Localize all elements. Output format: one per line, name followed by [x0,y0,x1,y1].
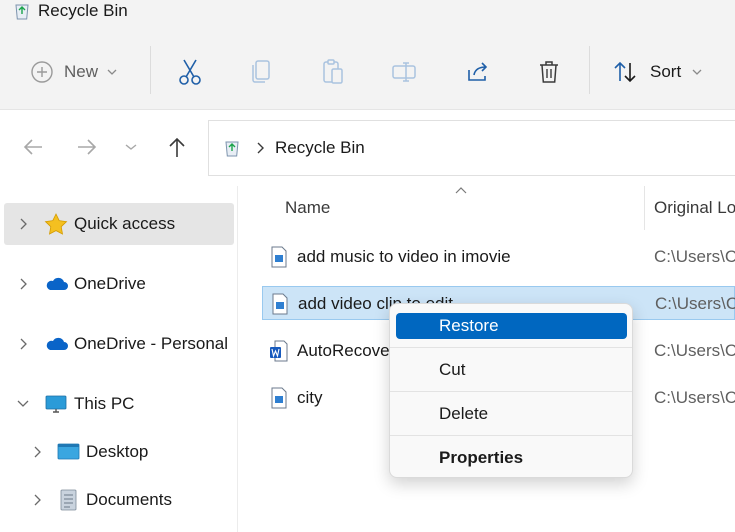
menu-item-label: Properties [439,448,524,467]
rename-button[interactable] [387,44,423,100]
sidebar-item-label: Desktop [86,442,149,461]
delete-button[interactable] [531,44,567,100]
chevron-right-icon[interactable] [32,445,42,459]
sidebar-item-label: Quick access [74,214,176,233]
copy-icon [252,60,270,83]
image-file-icon [272,293,288,315]
chevron-right-icon[interactable] [18,277,28,291]
forward-button[interactable] [72,132,102,162]
recent-locations-button[interactable] [116,132,146,162]
share-button[interactable] [460,44,496,100]
new-button-label: New [64,62,99,81]
toolbar-divider [589,46,590,94]
chevron-down-icon[interactable] [16,399,30,409]
arrow-left-icon [23,139,42,155]
back-button[interactable] [18,132,48,162]
trash-icon [540,61,558,83]
menu-item-cut[interactable]: Cut [396,357,627,383]
image-file-icon [271,246,287,268]
file-name: city [297,388,323,407]
image-file-icon [271,387,287,409]
context-menu: Restore Cut Delete Properties [389,303,633,478]
command-bar: New Sort [0,26,735,110]
menu-item-properties[interactable]: Properties [396,445,627,471]
menu-separator [390,347,632,348]
star-icon [44,213,68,235]
sidebar-item-desktop[interactable]: Desktop [4,431,234,473]
cloud-icon [46,337,68,350]
file-name: add music to video in imovie [297,247,511,266]
chevron-right-icon[interactable] [255,141,265,155]
share-icon [468,62,488,81]
menu-item-restore[interactable]: Restore [396,313,627,339]
documents-folder-icon [60,489,77,511]
sort-button-label: Sort [650,62,682,81]
cut-button[interactable] [172,44,208,100]
file-original-location: C:\Users\C [654,341,735,360]
sidebar-item-onedrive-personal[interactable]: OneDrive - Personal [4,323,234,365]
rename-icon [392,62,416,82]
recycle-bin-icon [225,141,239,157]
word-file-icon [270,340,288,362]
file-name: AutoRecove [297,341,390,360]
up-button[interactable] [162,132,192,162]
chevron-down-icon [107,69,117,75]
chevron-right-icon[interactable] [32,493,42,507]
sort-ascending-icon [455,187,467,194]
menu-item-delete[interactable]: Delete [396,401,627,427]
sidebar-item-quick-access[interactable]: Quick access [4,203,234,245]
copy-button[interactable] [243,44,279,100]
sidebar-item-documents[interactable]: Documents [4,479,234,521]
toolbar-divider [150,46,151,94]
sidebar-item-label: OneDrive [74,274,146,293]
file-original-location: C:\Users\C [654,388,735,407]
navigation-pane: Quick access OneDrive OneDrive - Persona… [0,186,238,532]
address-bar[interactable]: Recycle Bin [208,120,735,176]
menu-item-label: Delete [439,404,489,423]
scissors-icon [179,59,201,85]
column-header-original-location[interactable]: Original Lo [654,198,735,218]
recycle-bin-icon [15,4,29,20]
menu-separator [390,435,632,436]
paste-button[interactable] [315,44,351,100]
file-original-location: C:\Users\C [655,294,735,313]
chevron-right-icon[interactable] [18,217,28,231]
sidebar-item-label: Documents [86,490,172,509]
menu-item-label: Cut [439,360,466,379]
file-row[interactable]: add music to video in imovie C:\Users\C [262,240,735,274]
chevron-right-icon[interactable] [18,337,28,351]
title-bar: Recycle Bin [0,0,735,26]
sort-arrows-icon [614,61,636,83]
arrow-right-icon [78,139,97,155]
desktop-folder-icon [57,443,80,460]
menu-separator [390,391,632,392]
plus-circle-icon [31,61,53,83]
chevron-down-icon [125,144,137,150]
sidebar-item-label: OneDrive - Personal [74,334,229,353]
clipboard-icon [323,59,343,84]
computer-icon [45,395,67,413]
menu-item-label: Restore [439,316,499,335]
sidebar-item-this-pc[interactable]: This PC [4,383,234,425]
column-header-name[interactable]: Name [285,198,330,218]
window-title: Recycle Bin [38,1,128,20]
arrow-up-icon [169,137,185,157]
column-divider[interactable] [644,186,645,230]
new-button[interactable]: New [30,44,130,100]
navigation-bar: Recycle Bin [0,110,735,186]
breadcrumb-recycle-bin[interactable]: Recycle Bin [275,138,365,158]
sidebar-item-onedrive[interactable]: OneDrive [4,263,234,305]
file-original-location: C:\Users\C [654,247,735,266]
chevron-down-icon [692,69,702,75]
cloud-icon [46,277,68,290]
sort-button[interactable]: Sort [612,44,712,100]
sidebar-item-label: This PC [74,394,135,413]
